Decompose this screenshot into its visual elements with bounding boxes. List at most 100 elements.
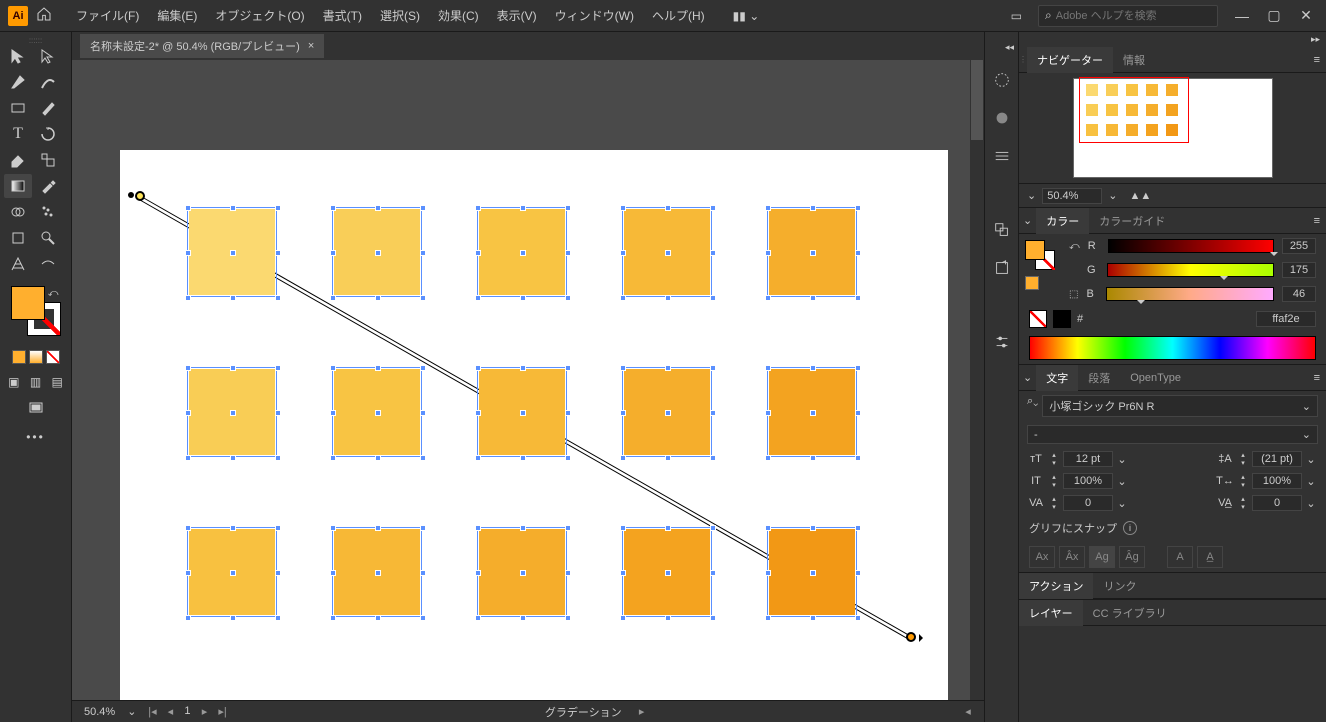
export-panel-icon[interactable] [991,257,1013,279]
none-swatch[interactable] [1029,310,1047,328]
scrollbar-thumb[interactable] [971,60,983,140]
color-spectrum[interactable] [1029,336,1316,360]
selection-handle[interactable] [330,250,336,256]
selection-handle[interactable] [665,295,671,301]
selection-handle[interactable] [520,525,526,531]
selection-handle[interactable] [565,205,571,211]
menu-effect[interactable]: 効果(C) [430,3,487,28]
eraser-tool[interactable] [4,148,32,172]
menu-file[interactable]: ファイル(F) [68,3,147,28]
appearance-panel-icon[interactable] [991,69,1013,91]
selection-handle[interactable] [855,295,861,301]
blend-tool[interactable] [34,252,62,276]
selection-handle[interactable] [620,205,626,211]
selected-rectangle[interactable] [767,207,857,297]
selection-handle[interactable] [420,525,426,531]
leading-up[interactable]: ▴ [1236,451,1250,459]
selection-handle[interactable] [375,615,381,621]
selection-handle[interactable] [620,250,626,256]
scroll-left-icon[interactable]: ◂ [960,705,976,719]
gradient-end-stop[interactable] [906,632,916,642]
selection-handle[interactable] [420,365,426,371]
selection-handle[interactable] [765,615,771,621]
size-up[interactable]: ▴ [1047,451,1061,459]
vertical-scrollbar[interactable] [970,60,984,700]
selection-handle[interactable] [275,295,281,301]
selection-handle[interactable] [765,250,771,256]
menu-object[interactable]: オブジェクト(O) [207,3,312,28]
properties-panel-icon[interactable] [991,331,1013,353]
info-icon[interactable]: i [1123,521,1137,535]
center-point[interactable] [375,410,381,416]
track-down[interactable]: ▾ [1236,503,1250,511]
selection-handle[interactable] [275,205,281,211]
selection-handle[interactable] [565,295,571,301]
selection-handle[interactable] [330,205,336,211]
g-input[interactable] [1282,262,1316,278]
center-point[interactable] [375,250,381,256]
selected-rectangle[interactable] [477,207,567,297]
center-point[interactable] [230,250,236,256]
direct-selection-tool[interactable] [34,44,62,68]
center-point[interactable] [520,570,526,576]
selection-handle[interactable] [185,455,191,461]
selection-handle[interactable] [230,295,236,301]
selection-handle[interactable] [520,365,526,371]
black-swatch[interactable] [1053,310,1071,328]
selection-handle[interactable] [420,615,426,621]
selection-handle[interactable] [665,205,671,211]
pen-tool[interactable] [4,70,32,94]
selection-handle[interactable] [330,295,336,301]
selection-handle[interactable] [520,615,526,621]
selection-handle[interactable] [185,615,191,621]
selection-handle[interactable] [765,205,771,211]
selection-handle[interactable] [810,455,816,461]
eyedropper-tool[interactable] [34,174,62,198]
selection-handle[interactable] [520,295,526,301]
r-input[interactable] [1282,238,1316,254]
selected-rectangle[interactable] [767,527,857,617]
selection-handle[interactable] [710,525,716,531]
selection-handle[interactable] [230,205,236,211]
draw-behind-icon[interactable]: ▥ [26,370,46,394]
cube-icon[interactable]: ⬚ [1069,289,1078,300]
b-input[interactable] [1282,286,1316,302]
selection-handle[interactable] [330,365,336,371]
selected-rectangle[interactable] [622,367,712,457]
swap-color-icon[interactable]: ⤺ [1069,241,1080,252]
zoom-out-slider-icon[interactable]: ▲▲ [1129,190,1151,202]
selection-handle[interactable] [185,250,191,256]
maximize-button[interactable]: ▢ [1262,6,1286,26]
close-button[interactable]: ✕ [1294,6,1318,26]
selection-handle[interactable] [420,205,426,211]
canvas[interactable] [72,60,984,700]
text-panel-menu-icon[interactable]: ≡ [1314,372,1320,384]
selection-handle[interactable] [665,525,671,531]
color-panel-caret-icon[interactable]: ⌄ [1019,214,1036,227]
selection-handle[interactable] [185,365,191,371]
help-search-input[interactable] [1056,10,1211,22]
transform-panel-icon[interactable] [991,219,1013,241]
prev-artboard-icon[interactable]: ◂ [162,705,178,719]
glyph-btn-2[interactable]: Âx [1059,546,1085,568]
nav-menu-caret-icon[interactable]: ⌄ [1027,189,1036,202]
glyph-btn-3[interactable]: Ag [1089,546,1115,568]
character-tab[interactable]: 文字 [1036,365,1078,391]
selection-handle[interactable] [855,205,861,211]
font-family-select[interactable]: 小塚ゴシック Pr6N R⌄ [1042,395,1318,417]
dock-expand-icon[interactable]: ◂◂ [1005,42,1014,53]
selection-handle[interactable] [810,205,816,211]
selection-handle[interactable] [565,455,571,461]
center-point[interactable] [665,410,671,416]
center-point[interactable] [230,410,236,416]
info-tab[interactable]: 情報 [1113,47,1155,73]
selection-handle[interactable] [565,250,571,256]
selection-handle[interactable] [185,570,191,576]
selection-handle[interactable] [810,615,816,621]
hscale-down[interactable]: ▾ [1236,481,1250,489]
kerning-input[interactable] [1063,495,1113,511]
selection-handle[interactable] [475,570,481,576]
selection-handle[interactable] [765,410,771,416]
selection-handle[interactable] [330,615,336,621]
actions-tab[interactable]: アクション [1019,573,1093,599]
